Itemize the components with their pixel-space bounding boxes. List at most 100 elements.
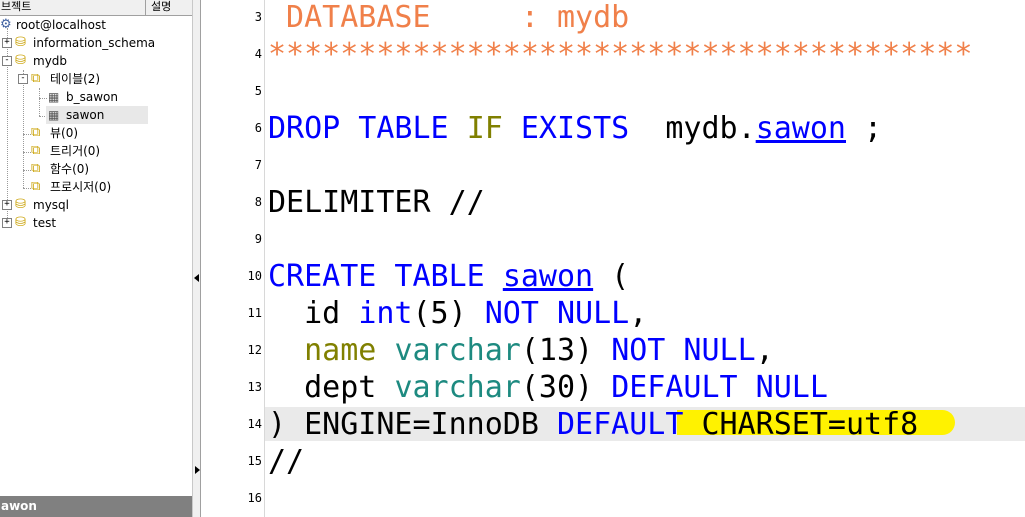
table-icon: ▦ (48, 108, 60, 122)
code-token: ( (593, 259, 630, 294)
tree-item-label: 트리거(0) (50, 144, 101, 158)
browser-footer-tab[interactable]: awon (0, 496, 192, 517)
code-line-10[interactable]: CREATE TABLE sawon ( (268, 259, 629, 295)
code-token: int (358, 296, 413, 331)
tree-item-triggers[interactable]: ⧉ 트리거(0) (0, 142, 192, 160)
tree-item-label: mysql (33, 198, 69, 212)
expand-plus-icon[interactable]: + (2, 218, 12, 228)
code-line-8[interactable]: DELIMITER // (268, 185, 485, 221)
code-token: sawon (755, 111, 846, 146)
code-token: (5) (412, 296, 485, 331)
code-line-15[interactable]: // (268, 444, 304, 480)
browser-header: 브젝트 설명 (0, 0, 192, 16)
code-token: , (629, 296, 648, 331)
tree-item-mydb[interactable]: - ⛁ mydb (0, 52, 192, 70)
code-token: id (268, 296, 359, 331)
line-number: 12 (247, 343, 262, 357)
line-number: 13 (247, 380, 262, 394)
expand-plus-icon[interactable]: + (2, 200, 12, 210)
code-token: DROP TABLE (268, 111, 467, 146)
code-line-13[interactable]: dept varchar(30) DEFAULT NULL (268, 370, 828, 406)
code-token: mydb. (629, 111, 756, 146)
tree-item-sawon[interactable]: ▦ sawon (46, 106, 148, 124)
function-folder-icon: ⧉ (31, 161, 41, 176)
tree-item-b-sawon[interactable]: ▦ b_sawon (0, 88, 192, 106)
collapse-left-arrow-icon[interactable] (194, 274, 199, 282)
tree-item-views[interactable]: ⧉ 뷰(0) (0, 124, 192, 142)
code-token: ) ENGINE=InnoDB (268, 407, 557, 442)
code-token: CREATE TABLE (268, 259, 503, 294)
collapse-minus-icon[interactable]: - (2, 56, 12, 66)
database-icon: ⛁ (15, 53, 26, 68)
code-token: varchar (394, 333, 521, 368)
code-token: (13) (520, 333, 612, 368)
tree-item-label: root@localhost (16, 18, 106, 32)
tree-item-mysql[interactable]: + ⛁ mysql (0, 196, 192, 214)
code-token: NOT NULL (484, 296, 630, 331)
tree-item-label: 함수(0) (50, 162, 90, 176)
database-icon: ⛁ (15, 35, 26, 50)
line-number: 11 (247, 306, 262, 320)
tree-item-test[interactable]: + ⛁ test (0, 214, 192, 232)
code-token: DEFAULT (556, 407, 684, 442)
line-number: 5 (254, 84, 262, 98)
code-token: name (304, 333, 377, 368)
code-line-6[interactable]: DROP TABLE IF EXISTS mydb.sawon ; (268, 111, 882, 147)
code-token: dept (268, 370, 395, 405)
code-token: sawon (502, 259, 594, 294)
panel-splitter[interactable] (192, 0, 201, 517)
code-line-12[interactable]: name varchar(13) NOT NULL, (268, 333, 774, 369)
server-icon: ⚙ (0, 17, 12, 32)
expand-plus-icon[interactable]: + (2, 38, 12, 48)
line-number: 10 (247, 269, 262, 283)
database-icon: ⛁ (15, 215, 26, 230)
code-line-11[interactable]: id int(5) NOT NULL, (268, 296, 647, 332)
code-token: IF (466, 111, 503, 146)
tree-item-label: 뷰(0) (50, 126, 79, 140)
table-folder-icon: ⧉ (31, 71, 41, 86)
object-column-header[interactable]: 브젝트 (0, 0, 146, 15)
tree-item-functions[interactable]: ⧉ 함수(0) (0, 160, 192, 178)
database-icon: ⛁ (15, 197, 26, 212)
line-number: 4 (254, 47, 262, 61)
procedure-folder-icon: ⧉ (31, 179, 41, 194)
tree-item-label: sawon (66, 108, 105, 122)
tree-item-label: test (33, 216, 57, 230)
tree-item-procedures[interactable]: ⧉ 프로시저(0) (0, 178, 192, 196)
code-line-4[interactable]: *************************************** (268, 37, 972, 73)
code-line-3[interactable]: DATABASE : mydb (268, 0, 629, 36)
line-number: 9 (254, 232, 262, 246)
code-token: *************************************** (268, 37, 973, 72)
tree-item-label: 프로시저(0) (50, 180, 112, 194)
line-number: 7 (254, 158, 262, 172)
code-line-14[interactable]: ) ENGINE=InnoDB DEFAULT CHARSET=utf8 (268, 407, 918, 443)
line-number: 8 (254, 195, 262, 209)
code-token: varchar (394, 370, 521, 405)
code-token: EXISTS (502, 111, 630, 146)
line-number: 14 (247, 417, 262, 431)
code-token: NOT NULL (611, 333, 756, 368)
collapse-minus-icon[interactable]: - (18, 74, 28, 84)
line-number: 15 (247, 454, 262, 468)
code-token: CHARSET=utf8 (683, 407, 919, 442)
tree-item-root[interactable]: ⚙ root@localhost (0, 16, 192, 34)
tree-item-information-schema[interactable]: + ⛁ information_schema (0, 34, 192, 52)
code-token: (30) (520, 370, 612, 405)
tree-item-tables[interactable]: - ⧉ 테이블(2) (0, 70, 192, 88)
tree-item-label: information_schema (33, 36, 156, 50)
code-token: DATABASE : mydb (268, 0, 630, 35)
code-token: // (268, 444, 305, 479)
trigger-folder-icon: ⧉ (31, 143, 41, 158)
line-number: 3 (254, 10, 262, 24)
code-token: ; (846, 111, 883, 146)
tree-item-label: b_sawon (66, 90, 118, 104)
code-token: , (755, 333, 774, 368)
sql-editor[interactable]: DATABASE : mydb ************************… (265, 0, 1025, 517)
code-token: DEFAULT NULL (611, 370, 828, 405)
line-number: 16 (247, 491, 262, 505)
expand-right-arrow-icon[interactable] (195, 466, 200, 474)
description-column-header[interactable]: 설명 (147, 0, 192, 15)
object-browser: 브젝트 설명 ⚙ root@localhost + ⛁ information_… (0, 0, 192, 517)
